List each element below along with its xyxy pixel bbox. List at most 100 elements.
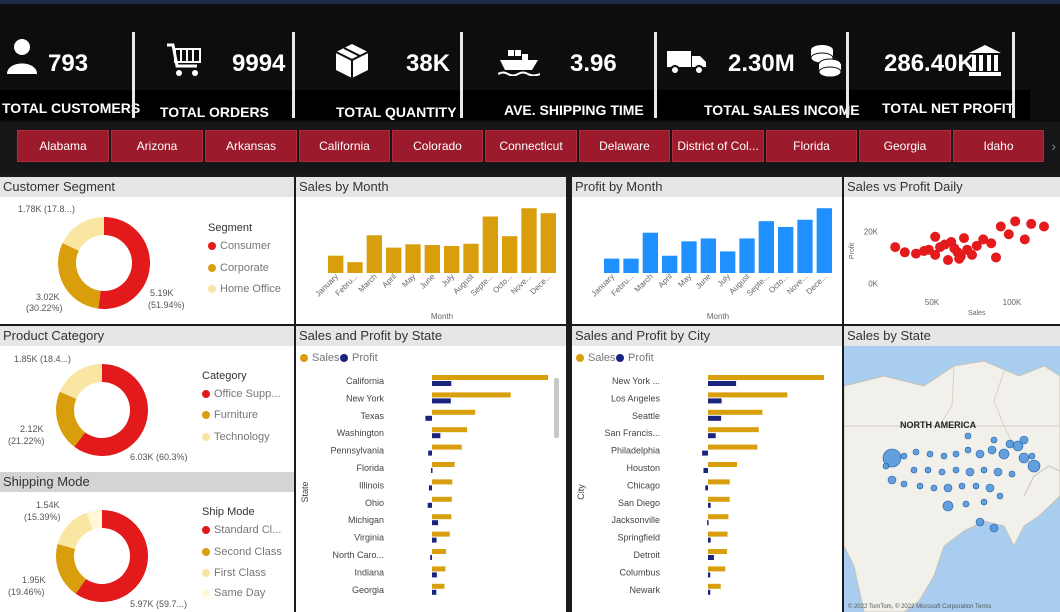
map-bubble bbox=[942, 500, 954, 512]
bar bbox=[366, 235, 382, 273]
bar bbox=[797, 219, 813, 273]
scatter-point bbox=[1010, 216, 1021, 227]
state-button-alabama[interactable]: Alabama bbox=[17, 130, 109, 162]
chevron-right-icon[interactable]: › bbox=[1051, 138, 1056, 154]
legend-label: Sales bbox=[588, 352, 616, 364]
state-button-colorado[interactable]: Colorado bbox=[392, 130, 483, 162]
legend-item[interactable]: Same Day bbox=[202, 587, 265, 599]
state-button-delaware[interactable]: Delaware bbox=[579, 130, 670, 162]
legend-dot bbox=[616, 354, 624, 363]
data-label: 5.19K bbox=[150, 288, 174, 298]
tick-label: March bbox=[633, 272, 655, 294]
category-label: Georgia bbox=[352, 585, 384, 595]
map-sales-by-state[interactable] bbox=[844, 346, 1060, 612]
scatter-point bbox=[995, 221, 1006, 232]
state-button-arizona[interactable]: Arizona bbox=[111, 130, 203, 162]
legend-item[interactable]: Furniture bbox=[202, 409, 258, 421]
kpi-value: 38K bbox=[406, 50, 451, 77]
legend-label: Profit bbox=[352, 352, 378, 364]
profit-bar bbox=[708, 381, 737, 386]
kpi-label: TOTAL NET PROFIT bbox=[882, 100, 1015, 116]
legend-title: Ship Mode bbox=[202, 506, 255, 518]
profit-bar bbox=[425, 415, 432, 421]
legend-item[interactable]: Sales bbox=[300, 352, 340, 364]
state-button-district-of-columbia[interactable]: District of Col... bbox=[672, 130, 764, 162]
profit-bar bbox=[432, 433, 441, 439]
legend-item[interactable]: Office Supp... bbox=[202, 388, 280, 400]
data-label: 3.02K bbox=[36, 292, 60, 302]
data-label: (15.39%) bbox=[24, 512, 61, 522]
truck-icon bbox=[666, 48, 708, 81]
kpi-label: TOTAL ORDERS bbox=[160, 104, 269, 120]
kpi-value: 3.96 bbox=[570, 50, 617, 77]
state-button-connecticut[interactable]: Connecticut bbox=[485, 130, 577, 162]
legend-label: Sales bbox=[312, 352, 340, 364]
map-bubble bbox=[980, 466, 988, 474]
top-border bbox=[0, 0, 1060, 4]
scrollbar[interactable] bbox=[554, 378, 559, 438]
hbar-chart-sales-profit-by-city: New York ... Los Angeles Seattle San Franci… bbox=[576, 375, 824, 595]
bar bbox=[681, 241, 697, 273]
category-label: San Diego bbox=[618, 498, 660, 508]
bar bbox=[405, 244, 421, 273]
legend-item[interactable]: Home Office bbox=[208, 283, 281, 295]
map-bubble bbox=[985, 483, 995, 493]
state-button-florida[interactable]: Florida bbox=[766, 130, 857, 162]
state-button-georgia[interactable]: Georgia bbox=[859, 130, 951, 162]
scatter-point bbox=[1003, 229, 1014, 240]
legend-dot bbox=[208, 242, 216, 251]
legend-dot bbox=[208, 264, 216, 273]
sales-bar bbox=[432, 583, 445, 589]
bar bbox=[424, 245, 440, 273]
state-button-arkansas[interactable]: Arkansas bbox=[205, 130, 297, 162]
tick-label: Dece... bbox=[804, 272, 828, 296]
axis-title: Month bbox=[431, 312, 453, 321]
category-label: Texas bbox=[360, 411, 384, 421]
profit-bar bbox=[427, 502, 432, 508]
bar bbox=[739, 238, 755, 273]
legend-item[interactable]: Consumer bbox=[208, 240, 271, 252]
map-bubble bbox=[993, 467, 1003, 477]
map-bubble bbox=[1019, 435, 1029, 445]
donut-chart-product-category bbox=[56, 364, 148, 456]
legend-item[interactable]: First Class bbox=[202, 567, 266, 579]
data-label: (51.94%) bbox=[148, 300, 185, 310]
legend-item[interactable]: Corporate bbox=[208, 262, 269, 274]
panel-title: Sales by State bbox=[844, 326, 1060, 346]
category-label: Columbus bbox=[619, 567, 660, 577]
legend-item[interactable]: Profit bbox=[340, 352, 378, 364]
legend-item[interactable]: Profit bbox=[616, 352, 654, 364]
bar bbox=[604, 258, 620, 273]
tick-label: Dece... bbox=[528, 272, 552, 296]
category-label: New York bbox=[346, 393, 385, 403]
axis-title: Sales bbox=[968, 310, 986, 317]
state-button-california[interactable]: California bbox=[299, 130, 390, 162]
data-label: 5.97K (59.7...) bbox=[130, 599, 188, 609]
legend-item[interactable]: Second Class bbox=[202, 546, 282, 558]
map-bubble bbox=[882, 462, 890, 470]
legend-dot bbox=[202, 589, 210, 598]
legend-label: Second Class bbox=[214, 546, 282, 558]
donut-slice bbox=[62, 217, 104, 251]
kpi-label: TOTAL QUANTITY bbox=[336, 104, 457, 120]
category-label: San Francis... bbox=[604, 428, 660, 438]
profit-bar bbox=[432, 589, 437, 595]
legend-item[interactable]: Standard Cl... bbox=[202, 524, 281, 536]
tick-label: 100K bbox=[1003, 298, 1022, 307]
panel-sales-profit-by-city: Sales and Profit by City Sales Profit Ne… bbox=[572, 326, 842, 612]
legend-dot bbox=[202, 569, 210, 578]
legend-item[interactable]: Technology bbox=[202, 431, 270, 443]
kpi-total-customers: 793 TOTAL CUSTOMERS bbox=[0, 20, 140, 122]
map-bubble bbox=[900, 480, 908, 488]
legend-item[interactable]: Sales bbox=[576, 352, 616, 364]
sales-bar bbox=[432, 392, 511, 398]
legend-dot bbox=[340, 354, 348, 363]
kpi-label: AVE. SHIPPING TIME bbox=[504, 102, 644, 118]
cart-icon bbox=[166, 42, 202, 83]
map-credit: © 2022 TomTom, © 2022 Microsoft Corporat… bbox=[848, 604, 992, 610]
panel-title: Sales vs Profit Daily bbox=[844, 177, 1060, 197]
state-button-idaho[interactable]: Idaho bbox=[953, 130, 1044, 162]
sales-bar bbox=[708, 514, 729, 520]
map-bubble bbox=[964, 432, 972, 440]
hbar-chart-sales-profit-by-state: California New York Texas Washington Pennsyl… bbox=[300, 375, 548, 595]
